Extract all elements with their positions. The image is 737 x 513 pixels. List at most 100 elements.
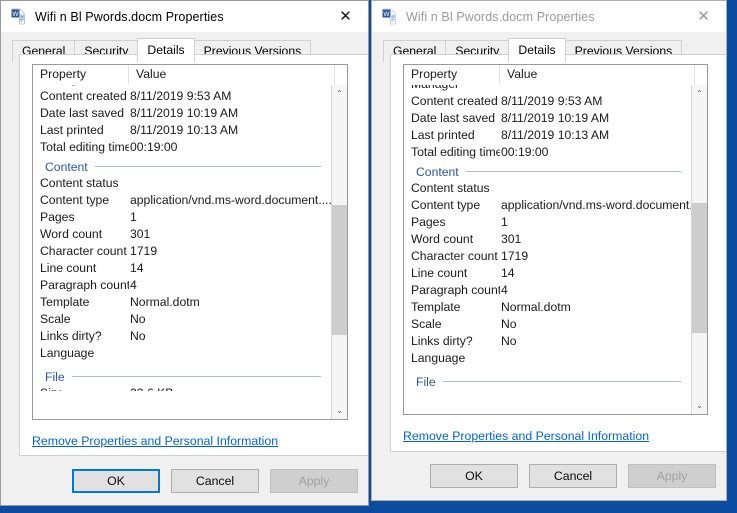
remove-properties-link[interactable]: Remove Properties and Personal Informati…: [32, 434, 278, 448]
table-row[interactable]: Content status: [33, 176, 331, 193]
title-bar[interactable]: W Wifi n Bl Pwords.docm Properties ✕: [372, 1, 726, 32]
table-row[interactable]: Size 23.6 KB: [33, 386, 331, 391]
property-value: 301: [500, 232, 691, 246]
column-header-property[interactable]: Property: [404, 65, 500, 85]
table-row[interactable]: Total editing time 00:19:00: [33, 140, 331, 157]
table-row[interactable]: Content status: [404, 181, 691, 198]
property-name: Content status: [404, 181, 500, 195]
table-row[interactable]: Last printed 8/11/2019 10:13 AM: [404, 128, 691, 145]
property-value: 8/11/2019 10:19 AM: [500, 111, 691, 125]
table-row[interactable]: Content type application/vnd.ms-word.doc…: [404, 198, 691, 215]
property-value: 8/11/2019 9:53 AM: [129, 89, 331, 103]
scroll-up-icon[interactable]: ⌃: [332, 85, 347, 102]
column-header-value[interactable]: Value: [500, 65, 695, 85]
table-row[interactable]: Pages 1: [404, 215, 691, 232]
property-rows: Manager Content created 8/11/2019 9:53 A…: [33, 85, 331, 420]
scroll-up-icon[interactable]: ⌃: [692, 85, 707, 102]
table-row[interactable]: Character count 1719: [404, 249, 691, 266]
table-row[interactable]: Scale No: [33, 312, 331, 329]
table-row[interactable]: Content type application/vnd.ms-word.doc…: [33, 193, 331, 210]
vertical-scrollbar[interactable]: ⌃ ⌄: [331, 85, 347, 419]
table-row[interactable]: Total editing time 00:19:00: [404, 145, 691, 162]
property-name: Line count: [33, 261, 129, 275]
property-value: 1719: [500, 249, 691, 263]
property-name: Word count: [33, 227, 129, 241]
scroll-down-icon[interactable]: ⌄: [332, 402, 347, 419]
table-row[interactable]: Date last saved 8/11/2019 10:19 AM: [404, 111, 691, 128]
table-row[interactable]: Language: [404, 351, 691, 368]
vertical-scrollbar[interactable]: ⌃ ⌄: [691, 85, 707, 414]
property-name: Last printed: [404, 128, 500, 142]
column-header-value[interactable]: Value: [129, 65, 335, 85]
scrollbar-thumb[interactable]: [332, 205, 347, 335]
details-page: Property Value Manager Content created 8…: [390, 54, 727, 452]
column-header-spacer: [335, 65, 347, 85]
property-name: Pages: [33, 210, 129, 224]
property-value: application/vnd.ms-word.document....: [129, 193, 331, 207]
scrollbar-thumb[interactable]: [692, 203, 707, 333]
property-name: Content status: [33, 176, 129, 190]
tab-details[interactable]: Details: [137, 38, 194, 62]
svg-text:W: W: [12, 11, 19, 18]
property-rows: Manager Content created 8/11/2019 9:53 A…: [404, 85, 691, 415]
property-name: Last printed: [33, 123, 129, 137]
table-row[interactable]: Pages 1: [33, 210, 331, 227]
table-row[interactable]: Links dirty? No: [404, 334, 691, 351]
property-list[interactable]: Property Value Manager Content created 8…: [403, 64, 708, 415]
group-title: Content: [45, 160, 95, 174]
table-row[interactable]: Word count 301: [404, 232, 691, 249]
table-row[interactable]: Line count 14: [404, 266, 691, 283]
property-name: Content type: [404, 198, 500, 212]
property-name: Line count: [404, 266, 500, 280]
table-row[interactable]: Date last saved 8/11/2019 10:19 AM: [33, 106, 331, 123]
properties-window-right[interactable]: W Wifi n Bl Pwords.docm Properties ✕ Gen…: [371, 0, 727, 501]
tab-details[interactable]: Details: [508, 38, 565, 62]
title-bar[interactable]: W Wifi n Bl Pwords.docm Properties ✕: [1, 1, 368, 32]
table-row[interactable]: Paragraph count 4: [33, 278, 331, 295]
cancel-button[interactable]: Cancel: [171, 469, 259, 493]
desktop-background: W Wifi n Bl Pwords.docm Properties ✕ Gen…: [0, 0, 737, 513]
table-row[interactable]: Line count 14: [33, 261, 331, 278]
svg-text:W: W: [383, 11, 390, 18]
close-icon[interactable]: ✕: [323, 1, 368, 31]
table-row[interactable]: Last printed 8/11/2019 10:13 AM: [33, 123, 331, 140]
table-row[interactable]: Content created 8/11/2019 9:53 AM: [404, 94, 691, 111]
table-row[interactable]: Content created 8/11/2019 9:53 AM: [33, 89, 331, 106]
group-divider: [466, 171, 681, 172]
property-name: Pages: [404, 215, 500, 229]
property-name: Date last saved: [33, 106, 129, 120]
table-row[interactable]: Links dirty? No: [33, 329, 331, 346]
ok-button[interactable]: OK: [430, 464, 518, 488]
window-title: Wifi n Bl Pwords.docm Properties: [406, 10, 595, 24]
property-value: 1: [129, 210, 331, 224]
table-row[interactable]: Template Normal.dotm: [33, 295, 331, 312]
property-name: Links dirty?: [404, 334, 500, 348]
property-name: Content created: [33, 89, 129, 103]
group-divider: [443, 381, 681, 382]
table-row[interactable]: Paragraph count 4: [404, 283, 691, 300]
property-value: 1719: [129, 244, 331, 258]
property-value: 00:19:00: [500, 145, 691, 159]
table-row[interactable]: Language: [33, 346, 331, 363]
property-value: 8/11/2019 10:13 AM: [500, 128, 691, 142]
column-header-property[interactable]: Property: [33, 65, 129, 85]
property-name: Content created: [404, 94, 500, 108]
cancel-button[interactable]: Cancel: [529, 464, 617, 488]
property-name: Total editing time: [33, 140, 129, 154]
property-list[interactable]: Property Value Manager Content created: [32, 64, 348, 420]
property-name: Scale: [33, 312, 129, 326]
scroll-down-icon[interactable]: ⌄: [692, 397, 707, 414]
ok-button[interactable]: OK: [72, 469, 160, 493]
property-value: No: [129, 312, 331, 326]
table-row[interactable]: Manager: [404, 85, 691, 94]
table-row[interactable]: Character count 1719: [33, 244, 331, 261]
table-row[interactable]: Template Normal.dotm: [404, 300, 691, 317]
property-value: Normal.dotm: [500, 300, 691, 314]
properties-window-left[interactable]: W Wifi n Bl Pwords.docm Properties ✕ Gen…: [0, 0, 369, 506]
table-row[interactable]: Scale No: [404, 317, 691, 334]
property-name: Character count: [33, 244, 129, 258]
table-row[interactable]: Word count 301: [33, 227, 331, 244]
close-icon[interactable]: ✕: [681, 1, 726, 31]
property-list-header: Property Value: [404, 65, 707, 86]
remove-properties-link[interactable]: Remove Properties and Personal Informati…: [403, 429, 649, 443]
